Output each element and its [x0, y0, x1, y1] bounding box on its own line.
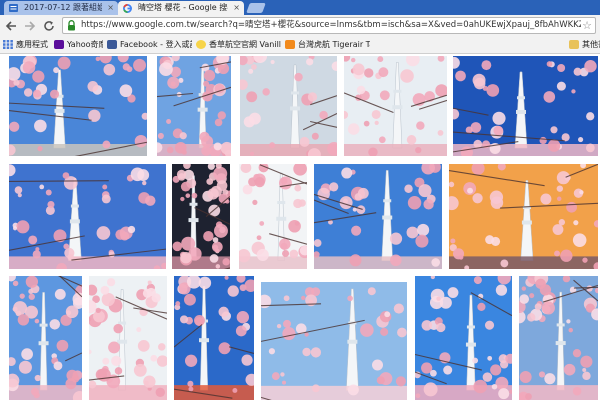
- result-image-13[interactable]: [174, 276, 254, 400]
- bookmark-yahoo[interactable]: Yahoo奇摩: [53, 38, 103, 51]
- result-image-8[interactable]: [239, 164, 307, 269]
- folder-icon: [569, 40, 579, 49]
- thumbnail-picture: [415, 276, 512, 400]
- bookmarks-bar: 應用程式 Yahoo奇摩 Facebook - 登入或註冊 香草航空官網 Van…: [0, 36, 600, 54]
- tab-label: 2017-07-12 跟著組姐去關: [24, 3, 102, 12]
- close-icon[interactable]: ×: [107, 1, 114, 15]
- result-image-15[interactable]: [415, 276, 512, 400]
- result-image-1[interactable]: [9, 56, 147, 156]
- bookmark-star-icon[interactable]: ☆: [582, 18, 592, 33]
- bookmark-label: 台灣虎航 Tigerair Taiw: [298, 40, 370, 49]
- close-icon[interactable]: ×: [233, 1, 240, 15]
- back-arrow-icon[interactable]: [3, 18, 19, 34]
- bookmark-label: 香草航空官網 Vanilla: [209, 40, 281, 49]
- thumbnail-picture: [174, 276, 254, 400]
- tab-inactive[interactable]: 2017-07-12 跟著組姐去關 ×: [4, 1, 118, 15]
- thumbnail-picture: [449, 164, 598, 269]
- address-bar[interactable]: https://www.google.com.tw/search?q=晴空塔+櫻…: [62, 17, 596, 34]
- facebook-icon: [107, 40, 117, 49]
- bookmark-apps[interactable]: 應用程式: [2, 38, 50, 51]
- bookmark-label: 應用程式: [16, 40, 48, 49]
- url-text: https://www.google.com.tw/search?q=晴空塔+櫻…: [81, 20, 581, 30]
- reload-icon[interactable]: [41, 18, 57, 34]
- thumbnail-picture: [157, 56, 231, 156]
- result-image-2[interactable]: [157, 56, 231, 156]
- yahoo-icon: [54, 40, 64, 49]
- thumbnail-picture: [344, 56, 447, 156]
- thumbnail-picture: [261, 282, 407, 400]
- thumbnail-picture: [239, 164, 307, 269]
- thumbnail-picture: [240, 56, 337, 156]
- new-tab-button[interactable]: [246, 3, 266, 13]
- result-image-9[interactable]: [314, 164, 442, 269]
- bookmark-vanilla-air[interactable]: 香草航空官網 Vanilla: [195, 38, 281, 51]
- thumbnail-picture: [314, 164, 442, 269]
- image-results-grid: [0, 54, 600, 402]
- bookmark-label: 其他書: [582, 40, 600, 49]
- result-image-7[interactable]: [172, 164, 230, 269]
- bookmark-label: Facebook - 登入或註冊: [120, 40, 192, 49]
- result-image-5[interactable]: [453, 56, 598, 156]
- page-icon: [9, 4, 18, 12]
- result-image-6[interactable]: [9, 164, 166, 269]
- result-image-16[interactable]: [519, 276, 598, 400]
- tab-label: 晴空塔 櫻花 - Google 搜尋: [138, 3, 228, 12]
- thumbnail-picture: [9, 164, 166, 269]
- thumbnail-picture: [9, 276, 82, 400]
- forward-arrow-icon[interactable]: [22, 18, 38, 34]
- tab-active[interactable]: 晴空塔 櫻花 - Google 搜尋 ×: [118, 1, 244, 15]
- tab-strip: 2017-07-12 跟著組姐去關 × 晴空塔 櫻花 - Google 搜尋 ×: [0, 0, 600, 15]
- bookmark-facebook[interactable]: Facebook - 登入或註冊: [106, 38, 192, 51]
- thumbnail-picture: [519, 276, 598, 400]
- google-g-icon: [123, 4, 132, 13]
- bookmark-tigerair[interactable]: 台灣虎航 Tigerair Taiw: [284, 38, 370, 51]
- apps-grid-icon: [3, 40, 13, 49]
- result-image-12[interactable]: [89, 276, 167, 400]
- result-image-4[interactable]: [344, 56, 447, 156]
- result-image-11[interactable]: [9, 276, 82, 400]
- thumbnail-picture: [89, 276, 167, 400]
- result-image-3[interactable]: [240, 56, 337, 156]
- browser-toolbar: https://www.google.com.tw/search?q=晴空塔+櫻…: [0, 15, 600, 36]
- result-image-10[interactable]: [449, 164, 598, 269]
- lock-icon: [67, 20, 76, 31]
- bookmark-other-folder[interactable]: 其他書: [568, 38, 600, 51]
- result-image-14[interactable]: [261, 282, 407, 400]
- bookmark-label: Yahoo奇摩: [67, 40, 103, 49]
- thumbnail-picture: [172, 164, 230, 269]
- vanilla-air-icon: [196, 40, 206, 49]
- thumbnail-picture: [9, 56, 147, 156]
- thumbnail-picture: [453, 56, 598, 156]
- tigerair-icon: [285, 40, 295, 49]
